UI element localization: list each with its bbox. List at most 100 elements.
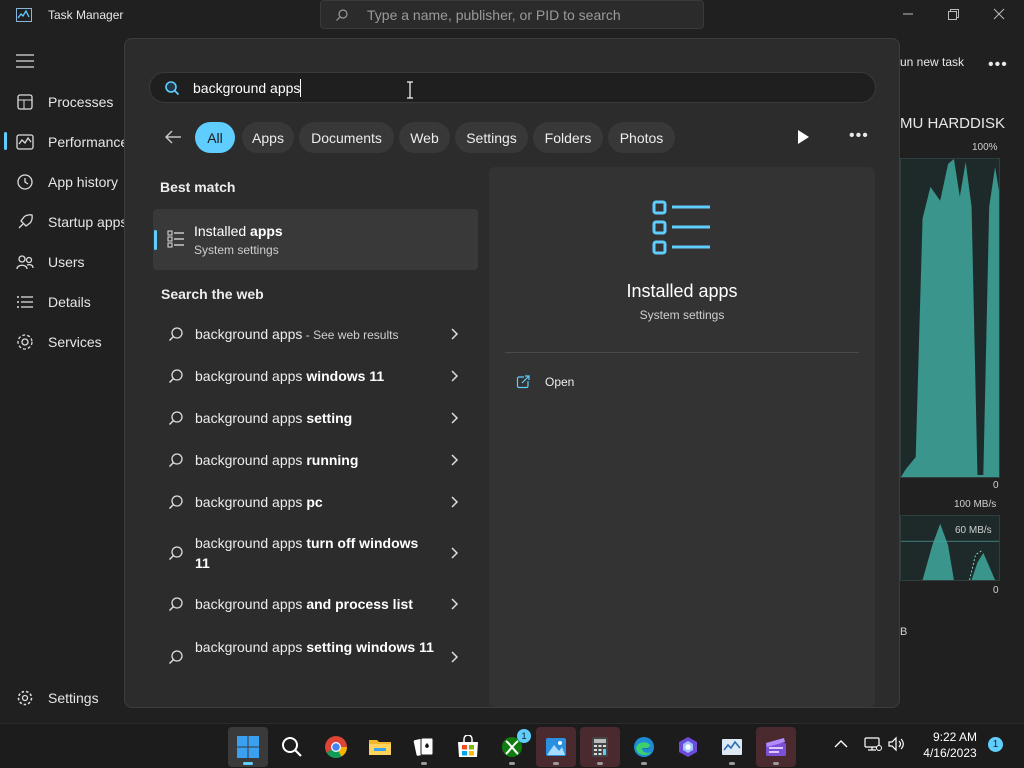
clipchamp-icon <box>766 738 786 756</box>
file-explorer-app[interactable] <box>360 727 400 767</box>
preview-panel: Installed apps System settings Open <box>489 167 875 707</box>
copilot-icon <box>679 737 697 757</box>
query-text: background apps <box>195 326 303 342</box>
title-bar: Task Manager Type a name, publisher, or … <box>0 0 1024 30</box>
taskbar-search-button[interactable] <box>272 727 312 767</box>
filter-documents[interactable]: Documents <box>299 122 394 153</box>
installed-apps-icon <box>652 200 710 255</box>
nav-item-users[interactable]: Users <box>16 250 136 274</box>
solitaire-app[interactable] <box>404 727 444 767</box>
web-result-item[interactable]: background apps running <box>153 440 478 480</box>
disk-active-time-graph <box>900 158 1000 478</box>
divider <box>505 352 859 353</box>
web-result-text: background apps pc <box>195 492 435 513</box>
filter-all[interactable]: All <box>195 122 235 153</box>
filter-folders[interactable]: Folders <box>533 122 603 153</box>
search-icon <box>168 546 183 561</box>
restore-icon[interactable] <box>945 6 961 22</box>
volume-icon[interactable] <box>888 736 906 752</box>
clipchamp-app[interactable] <box>756 727 796 767</box>
search-icon <box>168 327 183 342</box>
search-icon <box>336 9 348 21</box>
open-action[interactable]: Open <box>515 372 635 394</box>
web-result-item[interactable]: background apps turn off windows 11 <box>153 532 478 574</box>
web-result-item[interactable]: background apps - See web results <box>153 314 478 354</box>
play-icon[interactable] <box>796 129 810 145</box>
chrome-app[interactable] <box>316 727 356 767</box>
photos-app[interactable] <box>536 727 576 767</box>
nav-label: Performance <box>48 134 129 150</box>
calculator-app[interactable] <box>580 727 620 767</box>
nav-item-settings[interactable]: Settings <box>16 686 136 710</box>
suggestion-text: and process list <box>306 596 413 612</box>
web-result-text: background apps setting <box>195 408 435 429</box>
nav-item-processes[interactable]: Processes <box>16 90 136 114</box>
nav-selection-indicator <box>4 132 7 150</box>
hamburger-menu-icon[interactable] <box>16 54 34 68</box>
search-icon <box>282 737 302 757</box>
more-options-icon[interactable]: ••• <box>849 127 869 145</box>
clock-date[interactable]: 4/16/2023 <box>920 746 980 760</box>
search-box[interactable]: background apps <box>149 72 876 103</box>
filter-photos[interactable]: Photos <box>608 122 675 153</box>
minimize-icon[interactable] <box>900 6 916 22</box>
nav-item-startup-apps[interactable]: Startup apps <box>16 210 136 234</box>
notification-center-badge[interactable]: 1 <box>988 737 1003 752</box>
web-result-text: background apps turn off windows 11 <box>195 533 435 574</box>
search-icon <box>168 411 183 426</box>
best-match-subtitle: System settings <box>194 243 279 257</box>
clock-time[interactable]: 9:22 AM <box>930 730 980 744</box>
window-title: Task Manager <box>48 8 124 22</box>
best-match-title: Installed apps <box>194 223 283 239</box>
nav-label: Details <box>48 294 91 310</box>
open-label: Open <box>545 375 575 389</box>
query-text: background apps <box>195 494 307 510</box>
notification-badge: 1 <box>517 729 531 743</box>
web-result-item[interactable]: background apps windows 11 <box>153 356 478 396</box>
query-text: background apps <box>195 639 307 655</box>
nav-item-app-history[interactable]: App history <box>16 170 136 194</box>
nav-item-services[interactable]: Services <box>16 330 136 354</box>
chevron-right-icon <box>451 651 459 663</box>
filter-settings[interactable]: Settings <box>455 122 528 153</box>
edge-app[interactable] <box>624 727 664 767</box>
more-options-icon[interactable]: ••• <box>988 56 1008 74</box>
suggestion-text: setting windows 11 <box>306 639 434 655</box>
web-result-item[interactable]: background apps and process list <box>153 584 478 624</box>
best-match-heading: Best match <box>160 179 236 195</box>
nav-item-details[interactable]: Details <box>16 290 136 314</box>
best-match-item[interactable]: Installed apps System settings <box>153 209 478 270</box>
services-icon <box>17 334 33 350</box>
start-button[interactable] <box>228 727 268 767</box>
startup-apps-icon <box>18 214 33 229</box>
preview-title: Installed apps <box>626 281 738 301</box>
web-results-heading: Search the web <box>161 286 264 302</box>
web-result-text: background apps and process list <box>195 594 435 615</box>
task-manager-app[interactable] <box>712 727 752 767</box>
details-icon <box>17 296 33 308</box>
search-icon <box>168 369 183 384</box>
web-result-item[interactable]: background apps pc <box>153 482 478 522</box>
calculator-icon <box>592 737 608 757</box>
run-new-task-button[interactable]: un new task <box>900 55 964 69</box>
users-icon <box>16 255 34 270</box>
filter-web[interactable]: Web <box>399 122 450 153</box>
chevron-up-icon[interactable] <box>834 739 848 749</box>
process-search-input[interactable]: Type a name, publisher, or PID to search <box>320 0 704 29</box>
network-icon[interactable] <box>864 736 882 752</box>
suggestion-text: running <box>306 452 359 468</box>
web-result-item[interactable]: background apps setting windows 11 <box>153 636 478 678</box>
web-result-item[interactable]: background apps setting <box>153 398 478 438</box>
unit-fragment-label: B <box>900 626 908 638</box>
close-icon[interactable] <box>991 6 1007 22</box>
open-external-icon <box>516 375 530 389</box>
microsoft-store-app[interactable] <box>448 727 488 767</box>
back-arrow-icon[interactable] <box>163 127 183 147</box>
filter-apps[interactable]: Apps <box>242 122 294 153</box>
suggestion-text: setting <box>306 410 353 426</box>
copilot-app[interactable] <box>668 727 708 767</box>
nav-item-performance[interactable]: Performance <box>16 130 136 154</box>
xbox-app[interactable]: 1 <box>492 727 532 767</box>
query-text: background apps <box>195 596 307 612</box>
chrome-icon <box>325 736 347 758</box>
